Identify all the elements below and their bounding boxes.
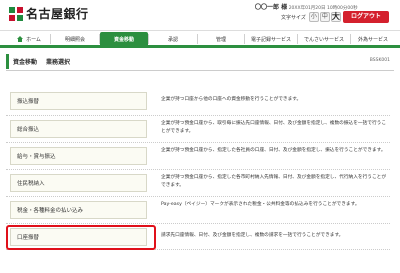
nav-approval[interactable]: 承認: [149, 32, 197, 46]
title-divider: [6, 70, 394, 71]
service-menu: 振込振替 企業が持つ口座から他の口座への資金移動を行うことができます。 総合振込…: [6, 88, 390, 250]
menu-description: Pay-easy（ペイジー）マークが表示された税金・公共料金等の払込みを行うこと…: [161, 202, 360, 207]
font-size-large-button[interactable]: 大: [330, 12, 341, 22]
menu-description: 企業が持つ預金口座から、取引毎に振込先口座情報、日付、及び金額を指定し、複数の振…: [161, 121, 387, 134]
nav-home-label: ホーム: [26, 36, 41, 43]
page-title-bar: 資金移動 業務選択 BSSK001: [6, 54, 394, 69]
font-size-medium-button[interactable]: 中: [319, 12, 330, 22]
payroll-transfer-button[interactable]: 給与・賞与振込: [10, 147, 147, 165]
bank-logo[interactable]: 名古屋銀行: [9, 5, 89, 22]
nav-foreign-exchange[interactable]: 外為サービス: [351, 32, 395, 46]
menu-description: 請求先口座情報、日付、及び金額を指定し、複数の請求を一括で行うことができます。: [161, 233, 344, 238]
menu-description: 企業が持つ預金口座から、指定した各市町村納入先情報、日付、及び金額を指定し、代行…: [161, 175, 387, 188]
font-size-label: 文字サイズ: [281, 14, 306, 21]
font-size-selector: 文字サイズ 小 中 大: [281, 12, 342, 22]
nav-statements[interactable]: 明細照会: [51, 32, 99, 46]
home-icon: [17, 36, 24, 42]
tax-payment-button[interactable]: 税金・各種料金の払い込み: [10, 201, 147, 219]
global-nav: ホーム 明細照会 資金移動 承認 管理 電子記録サービス でんさいサービス 外為…: [0, 30, 400, 48]
nav-fund-transfer[interactable]: 資金移動: [100, 32, 148, 46]
menu-row: 税金・各種料金の払い込み Pay-easy（ペイジー）マークが表示された税金・公…: [6, 196, 390, 223]
menu-row: 給与・賞与振込 企業が持つ預金口座から、指定した各社員の口座、日付、及び金額を指…: [6, 142, 390, 169]
screen-code: BSSK001: [369, 58, 390, 63]
menu-row: 振込振替 企業が持つ口座から他の口座への資金移動を行うことができます。: [6, 88, 390, 115]
page-title: 資金移動: [13, 59, 38, 66]
menu-description: 企業が持つ預金口座から、指定した各社員の口座、日付、及び金額を指定し、振込を行う…: [161, 148, 386, 153]
user-name: 〇〇一郎 様: [255, 4, 288, 11]
resident-tax-button[interactable]: 住民税納入: [10, 174, 147, 192]
page-subtitle: 業務選択: [46, 59, 71, 66]
nav-electronic-records[interactable]: 電子記録サービス: [245, 32, 297, 46]
header: 名古屋銀行 〇〇一郎 様 20XX年01月20日 10時00分00秒 文字サイズ…: [0, 0, 400, 30]
transfer-button[interactable]: 振込振替: [10, 92, 147, 110]
nav-management[interactable]: 管理: [198, 32, 244, 46]
menu-description: 企業が持つ口座から他の口座への資金移動を行うことができます。: [161, 97, 302, 102]
logout-button[interactable]: ログアウト: [343, 11, 389, 23]
bank-name: 名古屋銀行: [26, 7, 89, 21]
nav-home[interactable]: ホーム: [8, 32, 50, 46]
menu-row: 口座振替 請求先口座情報、日付、及び金額を指定し、複数の請求を一括で行うことがで…: [6, 223, 390, 250]
nav-densai[interactable]: でんさいサービス: [298, 32, 350, 46]
bulk-transfer-button[interactable]: 総合振込: [10, 120, 147, 138]
account-transfer-button[interactable]: 口座振替: [10, 228, 147, 246]
menu-row: 住民税納入 企業が持つ預金口座から、指定した各市町村納入先情報、日付、及び金額を…: [6, 169, 390, 196]
font-size-small-button[interactable]: 小: [308, 12, 319, 22]
bank-logo-icon: [9, 6, 23, 21]
user-info: 〇〇一郎 様 20XX年01月20日 10時00分00秒: [255, 2, 358, 11]
menu-row: 総合振込 企業が持つ預金口座から、取引毎に振込先口座情報、日付、及び金額を指定し…: [6, 115, 390, 142]
